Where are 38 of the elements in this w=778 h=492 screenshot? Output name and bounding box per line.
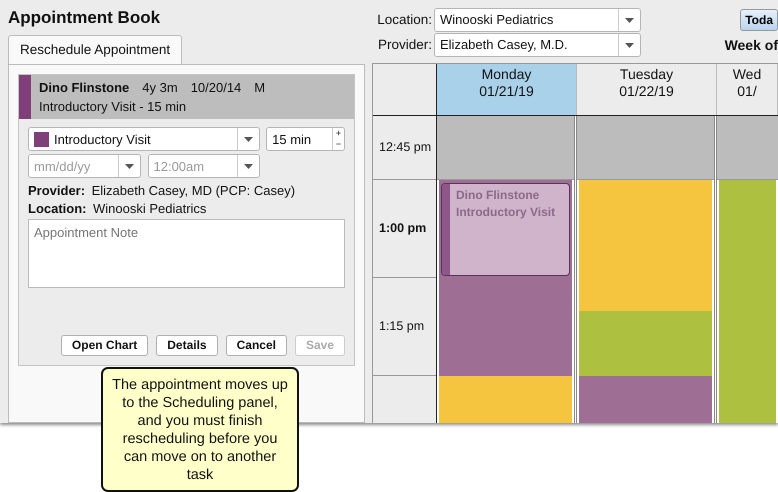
location-value: Winooski Pediatrics bbox=[93, 201, 206, 216]
caret-icon bbox=[244, 136, 253, 142]
action-button[interactable]: Details bbox=[156, 335, 218, 356]
caret-icon bbox=[125, 164, 134, 169]
action-button[interactable]: Cancel bbox=[226, 335, 287, 356]
increment-button[interactable]: + bbox=[333, 128, 344, 140]
patient-sex: M bbox=[254, 79, 266, 98]
field-label: Provider: bbox=[28, 183, 86, 198]
duration-field[interactable]: 15 min bbox=[267, 130, 332, 149]
time-label: 12:45 pm bbox=[379, 139, 432, 156]
caret-icon bbox=[244, 164, 252, 169]
birth-date: 10/20/14 bbox=[190, 79, 242, 98]
caret-icon bbox=[625, 42, 634, 48]
action-button[interactable]: Open Chart bbox=[60, 335, 148, 356]
day-header[interactable]: Monday 01/21/19 bbox=[437, 64, 577, 115]
patient-age: 4y 3m bbox=[142, 79, 178, 98]
today-button[interactable]: Toda bbox=[740, 9, 778, 31]
filter-select[interactable]: Winooski Pediatrics bbox=[434, 8, 641, 32]
caret-icon bbox=[625, 18, 634, 22]
filter-label: Provider: bbox=[376, 36, 432, 54]
note-field[interactable]: Appointment Note bbox=[28, 219, 345, 288]
patient-name: Dino Flinstone bbox=[39, 79, 130, 98]
week-label: Week of bbox=[724, 36, 778, 54]
field-label: Location: bbox=[28, 201, 86, 216]
filter-label: Location: bbox=[376, 10, 432, 29]
filter-select[interactable]: Elizabeth Casey, M.D. bbox=[434, 33, 641, 57]
decrement-button[interactable]: − bbox=[333, 139, 344, 150]
provider-value: Elizabeth Casey, MD (PCP: Casey) bbox=[92, 183, 296, 198]
time-label: 1:15 pm bbox=[379, 318, 424, 336]
window-title: Appointment Book bbox=[8, 7, 162, 29]
callout-note: The appointment moves up to the Scheduling panel, and you must finish rescheduling before you can move on to another task bbox=[101, 367, 299, 492]
tab[interactable]: Reschedule Appointment bbox=[8, 35, 182, 64]
visit-type-value: Introductory Visit bbox=[54, 130, 151, 149]
visit-type-select[interactable]: Introductory Visit bbox=[28, 127, 260, 152]
visit-summary: Introductory Visit - 15 min bbox=[39, 98, 188, 116]
day-header[interactable]: Tuesday 01/22/19 bbox=[577, 64, 717, 115]
day-header[interactable]: Wed 01/ bbox=[717, 64, 778, 115]
time-label: 1:00 pm bbox=[379, 220, 426, 238]
